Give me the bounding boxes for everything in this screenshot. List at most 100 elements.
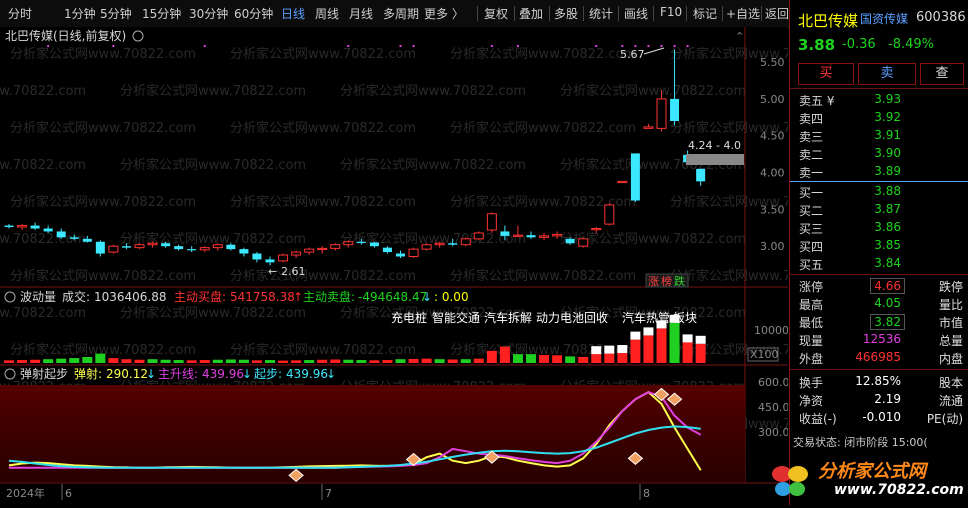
x-axis-month: 6 <box>65 487 72 500</box>
buy-button[interactable]: 买 <box>798 63 854 85</box>
logo-text: 分析家公式网 <box>818 461 926 482</box>
watermark-text: 分析家公式网www.70822.com <box>450 46 636 62</box>
candle-body <box>578 238 589 247</box>
volume-bar <box>82 356 93 363</box>
toolbar-separator <box>514 6 515 21</box>
volume-bar <box>369 360 380 363</box>
volume-bar <box>173 360 184 363</box>
vol-unit: X100 <box>750 348 779 361</box>
candle-body <box>134 244 145 249</box>
chart-area[interactable]: 分析家公式网www.70822.com 分析家公式网www.70822.com 分析… <box>0 27 856 505</box>
volume-bar <box>421 358 432 363</box>
volume-bar <box>656 328 667 363</box>
mark-button[interactable]: 标记 <box>693 5 717 22</box>
volume-bar <box>539 355 550 363</box>
ask-price: 3.91 <box>874 128 901 142</box>
volume-bar <box>147 359 158 363</box>
period-tab-5min[interactable]: 5分钟 <box>100 5 132 22</box>
stat-value: 4.05 <box>874 296 901 310</box>
sector-tag[interactable]: 智能交通 <box>432 310 480 325</box>
price-axis-label: 4.50 <box>760 130 785 143</box>
vol-y-label: 10000 <box>754 324 788 337</box>
period-tab-weekly[interactable]: 周线 <box>315 5 339 22</box>
signal-dot <box>595 45 598 47</box>
watermark-text: 分析家公式网www.70822.com <box>0 157 86 173</box>
stock-name: 北巴传媒 <box>798 12 859 30</box>
signal-dot <box>399 45 402 47</box>
period-tab-15min[interactable]: 15分钟 <box>142 5 181 22</box>
candle-body <box>161 243 171 247</box>
candle-body <box>460 238 471 246</box>
vol-extra-value: : 0.00 <box>434 290 469 304</box>
volume-bar <box>69 358 80 363</box>
ind-y-label: 450.00 <box>758 401 788 414</box>
candle-body <box>696 168 706 182</box>
period-tab-monthly[interactable]: 月线 <box>349 5 373 22</box>
period-tab-60min[interactable]: 60分钟 <box>234 5 273 22</box>
watermark-text: 分析家公式网www.70822.com <box>450 268 636 284</box>
ask-price: 3.90 <box>874 146 901 160</box>
period-tab-fenshi[interactable]: 分时 <box>8 5 32 22</box>
watermark-text: 分析家公式网www.70822.com <box>230 268 416 284</box>
volume-bar-cap <box>656 320 667 329</box>
candle-body <box>291 251 302 256</box>
f10-button[interactable]: F10 <box>660 5 682 19</box>
candle-body <box>330 244 341 249</box>
stat-row-net-assets: 净资 2.19 流通 <box>790 391 968 409</box>
candle-body <box>396 253 405 257</box>
vol-down-arrow-icon: ↓ <box>422 290 432 304</box>
sell-button[interactable]: 卖 <box>858 63 916 85</box>
candle-body <box>56 231 66 238</box>
period-tab-1min[interactable]: 1分钟 <box>64 5 96 22</box>
watermark-text: 分析家公式网www.70822.com <box>230 46 416 62</box>
stock-concept[interactable]: 国资传媒 <box>860 10 908 27</box>
bid-label: 买二 <box>799 204 824 218</box>
ask-row-1: 卖一 3.89 <box>790 163 968 181</box>
stat-right-label: 跌停 <box>938 280 963 294</box>
candle-body <box>187 249 197 251</box>
stat-row-turnover: 换手 12.85% 股本 <box>790 373 968 391</box>
period-tab-more[interactable]: 更多 〉 <box>424 5 464 22</box>
ind-name: 弹射起步 <box>20 366 68 381</box>
candle-body <box>539 235 550 238</box>
watermark-text: 分析家公式网www.70822.com <box>120 83 306 99</box>
query-button[interactable]: 查 <box>920 63 964 85</box>
vol-turnover-value: 1036406.88 <box>94 290 167 304</box>
draw-line-button[interactable]: 画线 <box>624 5 648 22</box>
volume-bar-cap <box>643 327 654 336</box>
statistics-button[interactable]: 统计 <box>589 5 613 22</box>
x-axis-month: 8 <box>643 487 650 500</box>
dropdown-arrow-icon[interactable]: ⌃ <box>735 30 744 43</box>
x-axis-year: 2024年 <box>6 486 45 500</box>
candle-body <box>643 126 654 129</box>
low-annotation: 2.61 <box>281 265 306 278</box>
add-watchlist-button[interactable]: +自选 <box>726 5 760 22</box>
signal-dot <box>47 45 50 47</box>
ask-label: 卖四 <box>799 112 824 126</box>
ask-label: 卖三 <box>799 130 824 144</box>
kline-chart-svg[interactable]: 分析家公式网www.70822.com 分析家公式网www.70822.com 分析… <box>0 27 856 505</box>
divider <box>790 88 968 89</box>
back-button[interactable]: 返回 <box>765 5 789 22</box>
volume-bar <box>291 360 302 363</box>
watermark-text: 分析家公式网www.70822.com <box>340 83 526 99</box>
overlay-button[interactable]: 叠加 <box>519 5 543 22</box>
period-tab-30min[interactable]: 30分钟 <box>189 5 228 22</box>
multi-stock-button[interactable]: 多股 <box>554 5 578 22</box>
rank-badge-rank: 榜 <box>661 274 672 288</box>
volume-bar <box>447 359 458 363</box>
rank-badge-down: 跌 <box>674 274 685 288</box>
sector-tag[interactable]: 充电桩 <box>391 310 427 325</box>
sector-tag[interactable]: 汽车拆解 <box>484 310 532 325</box>
candle-body <box>239 249 249 254</box>
sector-tag[interactable]: 动力电池回收 <box>536 311 608 325</box>
candle-body <box>526 235 536 238</box>
period-tab-multi[interactable]: 多周期 <box>383 5 419 22</box>
volume-bar <box>199 360 210 363</box>
stat-value: 12536 <box>862 332 901 346</box>
ask-price: 3.92 <box>874 110 901 124</box>
period-tab-daily[interactable]: 日线 <box>281 5 305 22</box>
fuquan-button[interactable]: 复权 <box>484 5 508 22</box>
high-annotation: 5.67 <box>620 48 645 61</box>
stat-right-label: 内盘 <box>938 352 963 366</box>
